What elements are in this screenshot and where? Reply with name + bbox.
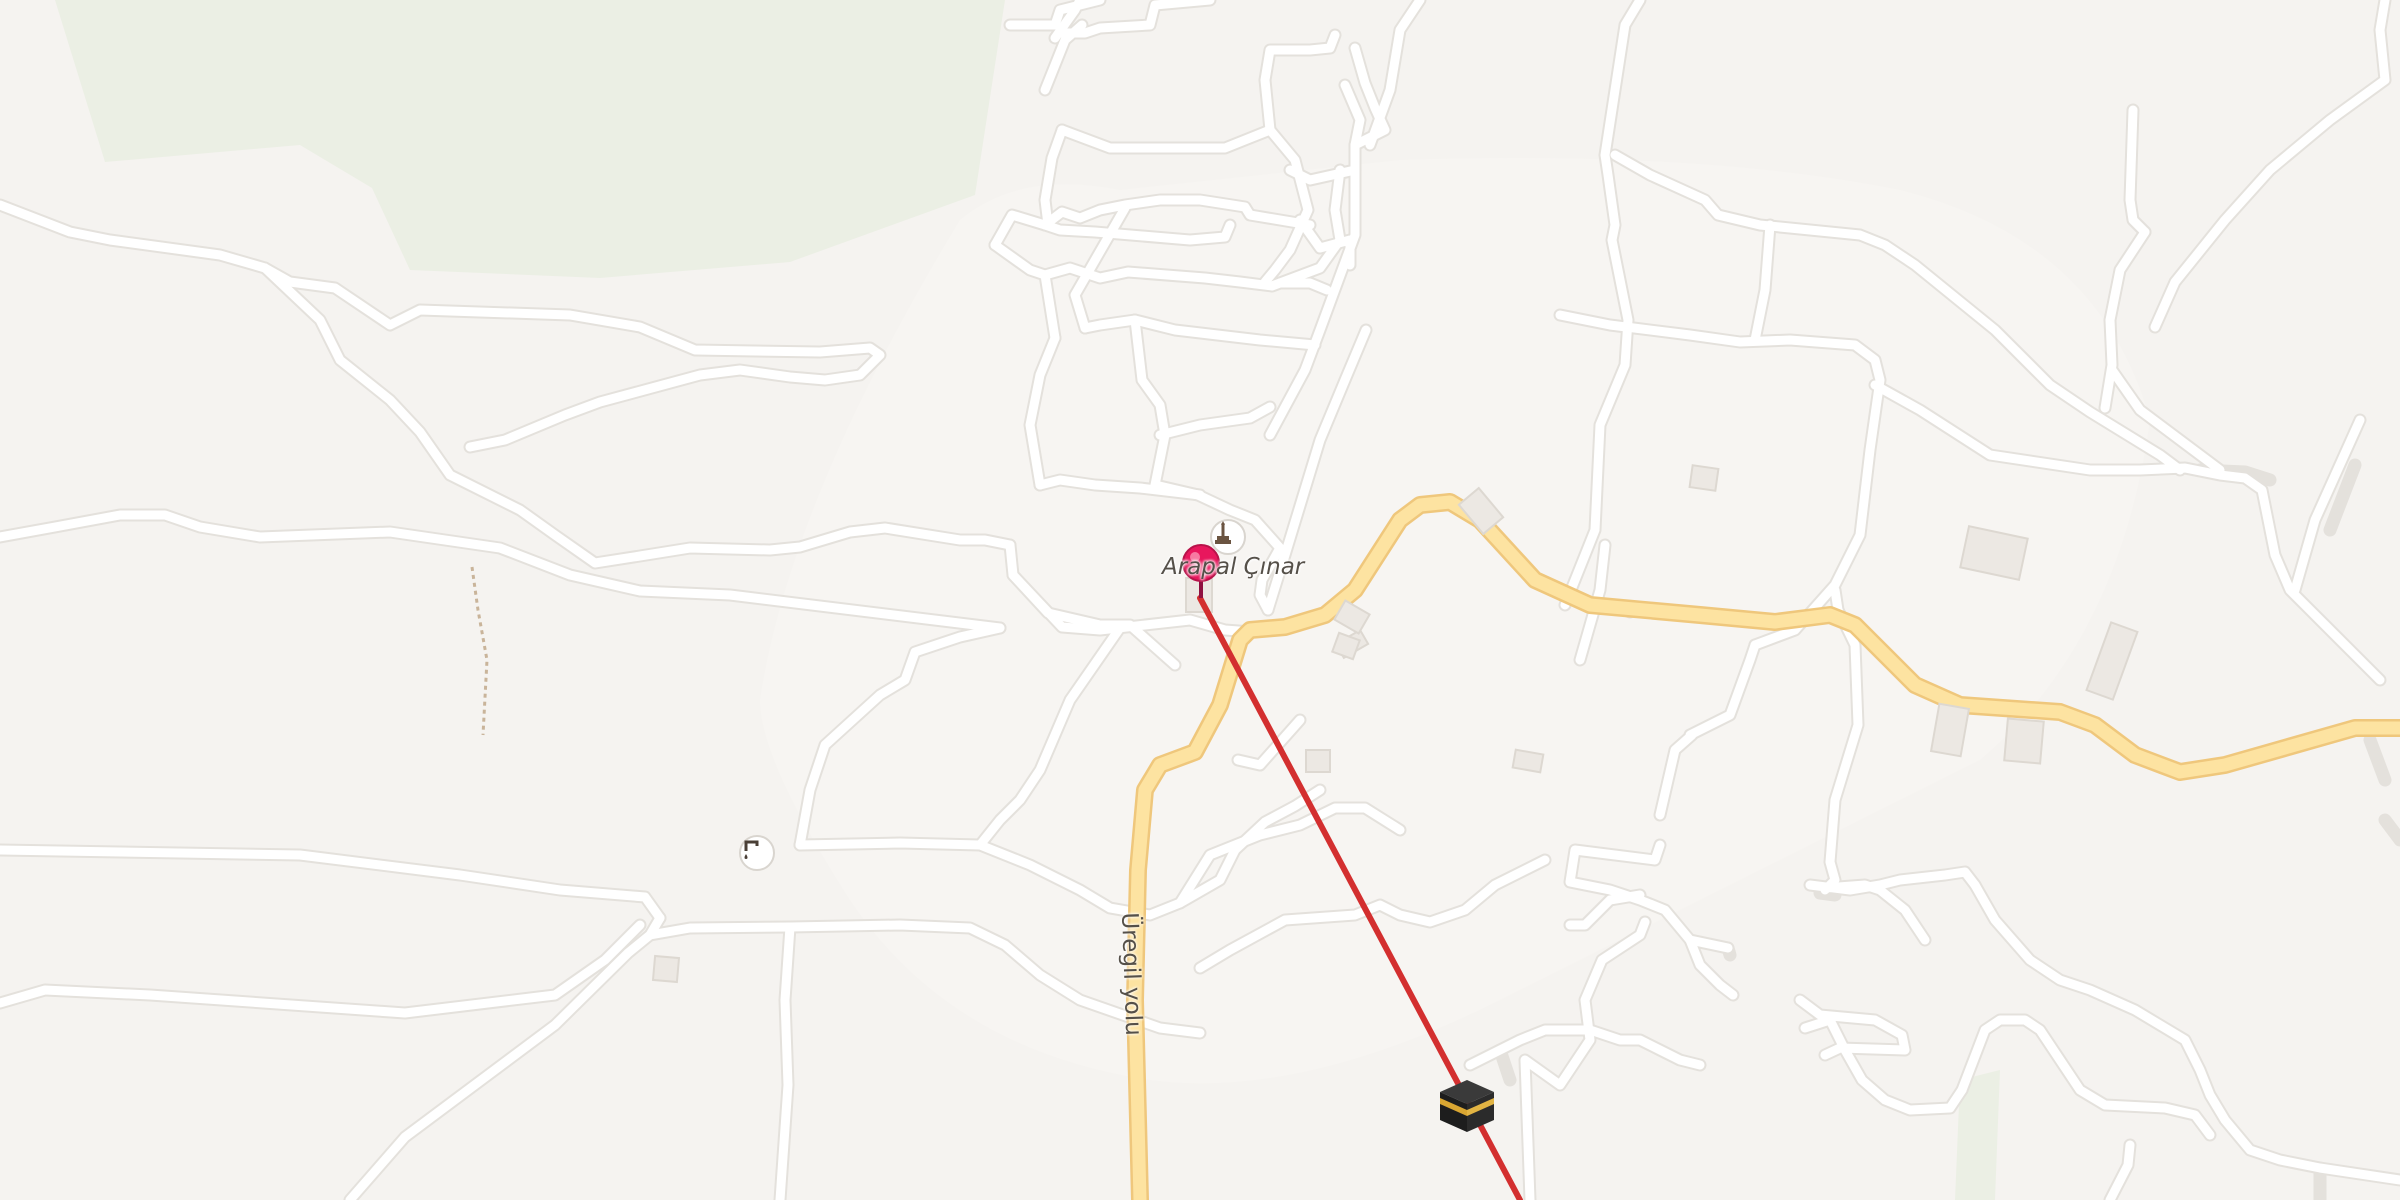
mosque-poi[interactable] <box>1210 519 1246 555</box>
mosque-icon <box>1215 521 1231 544</box>
map-canvas[interactable]: Arapal Çınar Üregil yolu <box>0 0 2400 1200</box>
footpath <box>470 566 489 736</box>
fountain-poi[interactable] <box>739 835 775 871</box>
road-label: Üregil yolu <box>1116 912 1147 1037</box>
park-area <box>55 0 1005 278</box>
kaaba-icon[interactable] <box>1440 1080 1494 1132</box>
fountain-icon <box>744 840 759 859</box>
place-label: Arapal Çınar <box>1162 554 1305 580</box>
map-layer <box>0 0 2400 1200</box>
